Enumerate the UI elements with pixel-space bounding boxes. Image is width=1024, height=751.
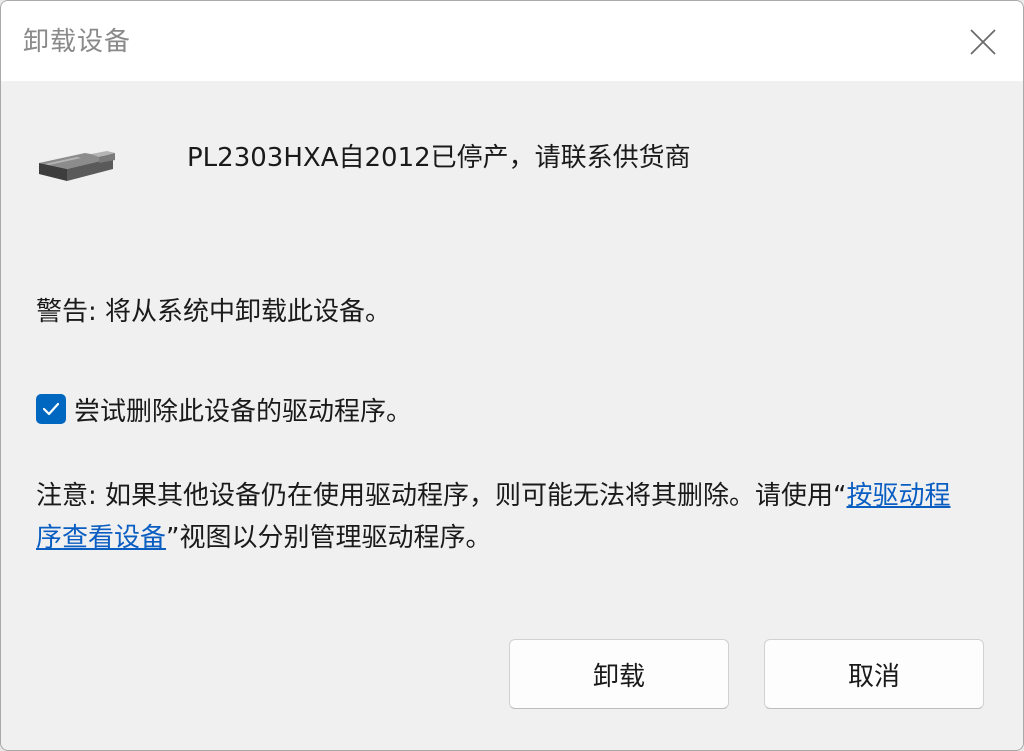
device-name: PL2303HXA自2012已停产，请联系供货商	[187, 143, 691, 173]
dialog-title: 卸载设备	[23, 27, 132, 57]
note-suffix: ”视图以分别管理驱动程序。	[166, 523, 492, 553]
uninstall-device-dialog: 卸载设备 PL2303HXA自2012已停产，请联系供货商 警告: 将从系统中卸…	[0, 0, 1024, 751]
delete-driver-checkbox[interactable]	[36, 394, 66, 424]
note-text: 注意: 如果其他设备仍在使用驱动程序，则可能无法将其删除。请使用“按驱动程序查看…	[36, 475, 976, 559]
uninstall-button[interactable]: 卸载	[509, 639, 729, 709]
close-icon	[970, 29, 996, 55]
checkmark-icon	[42, 402, 60, 416]
warning-text: 警告: 将从系统中卸载此设备。	[36, 297, 392, 327]
title-bar: 卸载设备	[1, 1, 1023, 81]
close-button[interactable]	[943, 1, 1023, 81]
note-prefix: 注意: 如果其他设备仍在使用驱动程序，则可能无法将其删除。请使用“	[36, 481, 847, 511]
delete-driver-option[interactable]: 尝试删除此设备的驱动程序。	[36, 391, 412, 427]
delete-driver-label: 尝试删除此设备的驱动程序。	[74, 396, 413, 427]
usb-device-icon	[39, 151, 115, 181]
cancel-button[interactable]: 取消	[764, 639, 984, 709]
